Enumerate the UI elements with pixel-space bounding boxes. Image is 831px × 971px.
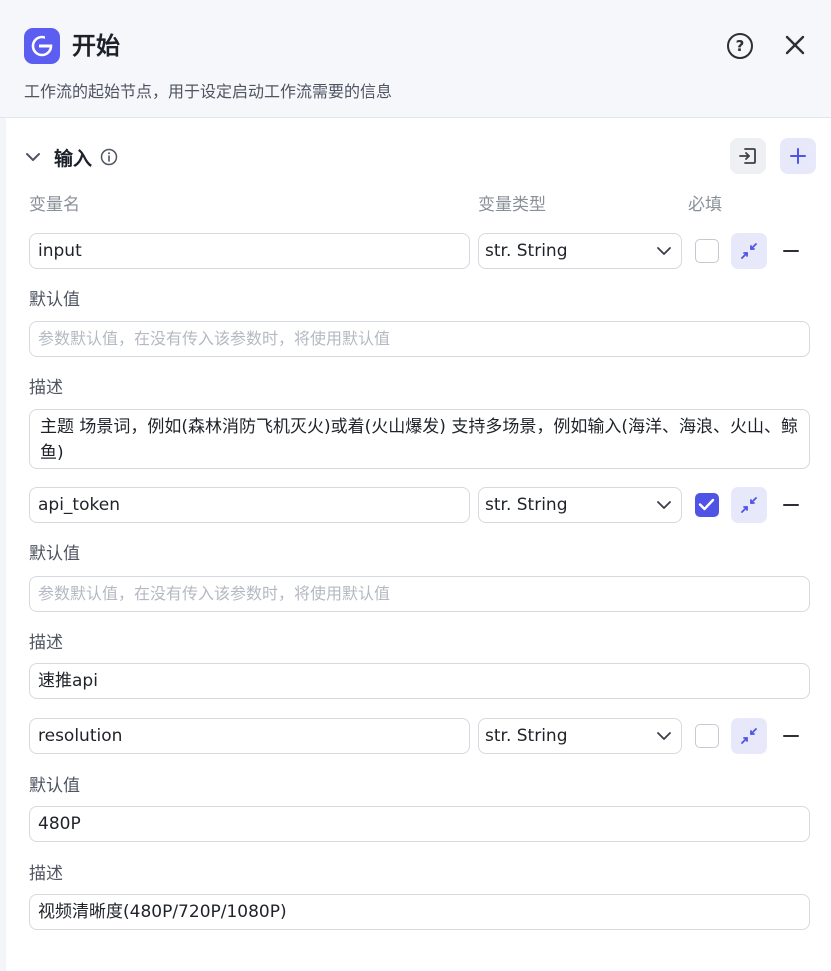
chevron-down-icon: [657, 501, 671, 509]
collapse-button[interactable]: [731, 487, 767, 523]
collapse-icon: [741, 728, 757, 744]
required-checkbox[interactable]: [695, 493, 719, 517]
default-value-label: 默认值: [29, 290, 80, 310]
description-input[interactable]: 视频清晰度(480P/720P/1080P): [29, 894, 810, 930]
default-value-label: 默认值: [29, 776, 80, 796]
import-icon: [739, 148, 756, 164]
variable-name-input[interactable]: api_token: [29, 487, 470, 523]
required-checkbox[interactable]: [695, 724, 719, 748]
close-icon[interactable]: [782, 32, 808, 58]
required-checkbox[interactable]: [695, 239, 719, 263]
collapse-icon: [741, 243, 757, 259]
description-label: 描述: [29, 633, 63, 653]
collapse-button[interactable]: [731, 233, 767, 269]
panel-header: 开始 ? 工作流的起始节点，用于设定启动工作流需要的信息: [0, 0, 831, 118]
start-node-icon: [24, 28, 60, 64]
plus-icon: [790, 148, 806, 164]
chevron-down-icon: [657, 247, 671, 255]
default-value-input[interactable]: 参数默认值，在没有传入该参数时，将使用默认值: [29, 321, 810, 357]
minus-icon[interactable]: [781, 241, 801, 261]
description-input[interactable]: 速推api: [29, 663, 810, 699]
collapse-button[interactable]: [731, 718, 767, 754]
check-icon: [698, 498, 715, 511]
import-button[interactable]: [730, 138, 766, 174]
description-label: 描述: [29, 864, 63, 884]
column-header-name: 变量名: [29, 195, 80, 215]
section-toggle-input[interactable]: 输入: [24, 144, 118, 170]
section-title: 输入: [54, 147, 93, 170]
column-header-type: 变量类型: [478, 195, 546, 215]
variable-type-value: str. String: [485, 241, 568, 261]
variable-name-input[interactable]: resolution: [29, 718, 470, 754]
help-icon[interactable]: ?: [727, 33, 753, 59]
canvas-edge: [0, 0, 6, 971]
start-node-panel: 开始 ? 工作流的起始节点，用于设定启动工作流需要的信息 输入 变量名 变量类型…: [0, 0, 831, 971]
add-variable-button[interactable]: [780, 138, 816, 174]
variable-type-select[interactable]: str. String: [478, 718, 682, 754]
description-input[interactable]: 主题 场景词，例如(森林消防飞机灭火)或着(火山爆发) 支持多场景，例如输入(海…: [29, 409, 810, 469]
variable-type-value: str. String: [485, 726, 568, 746]
info-icon[interactable]: [100, 148, 118, 166]
minus-icon[interactable]: [781, 726, 801, 746]
variable-type-select[interactable]: str. String: [478, 233, 682, 269]
collapse-icon: [741, 497, 757, 513]
minus-icon[interactable]: [781, 495, 801, 515]
page-subtitle: 工作流的起始节点，用于设定启动工作流需要的信息: [24, 82, 393, 101]
page-title: 开始: [72, 32, 120, 60]
variable-name-input[interactable]: input: [29, 233, 470, 269]
variable-type-value: str. String: [485, 495, 568, 515]
column-header-required: 必填: [688, 195, 722, 215]
default-value-label: 默认值: [29, 544, 80, 564]
default-value-input[interactable]: 480P: [29, 806, 810, 842]
chevron-down-icon: [26, 153, 40, 161]
description-label: 描述: [29, 378, 63, 398]
variable-type-select[interactable]: str. String: [478, 487, 682, 523]
default-value-input[interactable]: 参数默认值，在没有传入该参数时，将使用默认值: [29, 576, 810, 612]
chevron-down-icon: [657, 732, 671, 740]
